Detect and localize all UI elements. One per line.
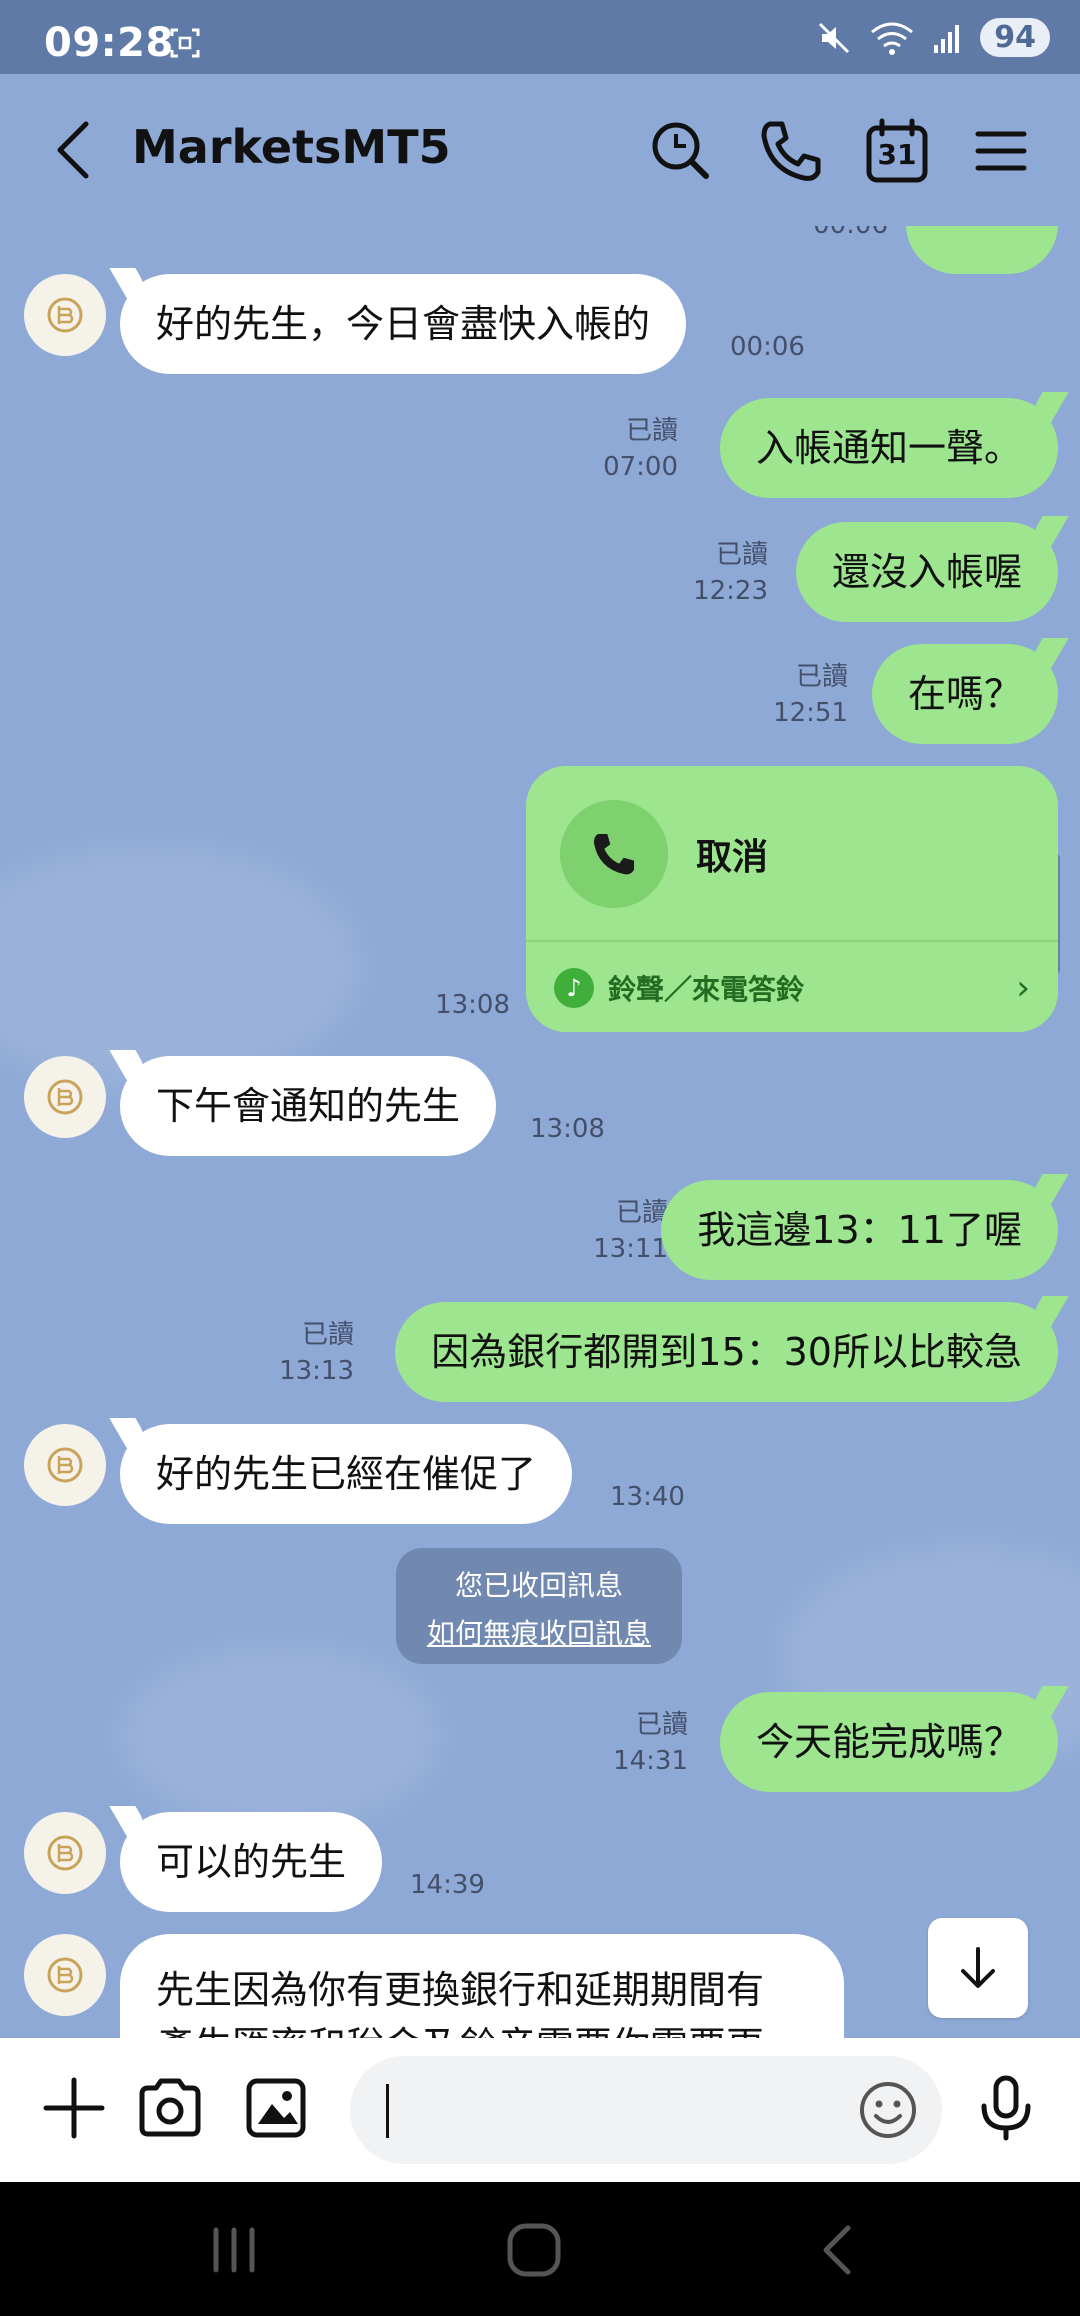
back-icon[interactable] [50, 118, 100, 182]
recent-apps-icon[interactable] [204, 2220, 264, 2280]
ringtone-link[interactable]: ♪ 鈴聲／來電答鈴 › [554, 958, 1030, 1018]
logo-icon [47, 1079, 83, 1115]
menu-icon[interactable] [966, 116, 1036, 186]
screenshot-icon [170, 28, 200, 58]
message-time: 14:31 [613, 1746, 688, 1776]
message-bubble-outgoing[interactable]: 今天能完成嗎？ [719, 1692, 1058, 1792]
back-nav-icon[interactable] [808, 2220, 868, 2280]
calendar-icon[interactable]: 31 [862, 116, 932, 186]
message-bubble-outgoing[interactable]: 在嗎？ [871, 644, 1058, 744]
status-time: 09:28 [44, 20, 174, 66]
wifi-icon [871, 22, 914, 55]
unsend-help-link[interactable]: 如何無痕收回訊息 [396, 1612, 682, 1652]
message-time: 13:11 [593, 1234, 668, 1264]
read-receipt: 已讀 [301, 1320, 354, 1350]
message-bubble-incoming[interactable]: 可以的先生 [120, 1812, 383, 1912]
message-time: 13:08 [530, 1114, 605, 1144]
battery-level: 94 [980, 18, 1050, 57]
mic-icon[interactable] [972, 2074, 1040, 2142]
message-time: 07:00 [603, 452, 678, 482]
avatar[interactable] [24, 1424, 106, 1506]
phone-icon[interactable] [756, 116, 826, 186]
arrow-down-icon [961, 1947, 995, 1988]
message-bubble-outgoing[interactable]: 因為銀行都開到15：30所以比較急 [395, 1302, 1058, 1402]
message-time: 14:39 [410, 1870, 485, 1900]
camera-icon[interactable] [136, 2074, 204, 2142]
logo-icon [47, 297, 83, 333]
message-time: 12:23 [693, 576, 768, 606]
message-bubble-outgoing[interactable]: 入帳通知一聲。 [719, 398, 1058, 498]
message-bubble-incoming[interactable]: 好的先生，今日會盡快入帳的 [120, 274, 687, 374]
message-time: 12:51 [773, 698, 848, 728]
phone-icon [593, 833, 635, 875]
read-receipt: 已讀 [635, 1710, 688, 1740]
ringtone-label: 鈴聲／來電答鈴 [608, 973, 805, 1006]
logo-icon [47, 1957, 83, 1993]
avatar[interactable] [24, 1812, 106, 1894]
image-icon[interactable] [242, 2074, 310, 2142]
plus-icon[interactable] [40, 2074, 108, 2142]
calendar-day: 31 [877, 138, 917, 171]
message-line: 先生因為你有更換銀行和延期期間有 [156, 1968, 765, 2012]
message-time: 13:08 [435, 990, 510, 1020]
message-input[interactable] [350, 2056, 942, 2164]
chevron-right-icon: › [1016, 968, 1030, 1008]
message-bubble-outgoing[interactable]: 還沒入帳喔 [795, 522, 1058, 622]
scroll-to-bottom-button[interactable] [928, 1918, 1028, 2018]
logo-icon [47, 1447, 83, 1483]
unsend-notice: 您已收回訊息 如何無痕收回訊息 [396, 1548, 682, 1664]
home-icon[interactable] [504, 2220, 564, 2280]
text-caret [386, 2084, 389, 2138]
emoji-icon[interactable] [856, 2078, 920, 2142]
message-bubble-incoming[interactable]: 好的先生已經在催促了 [120, 1424, 573, 1524]
message-bubble-incoming[interactable]: 下午會通知的先生 [120, 1056, 497, 1156]
logo-icon [47, 1835, 83, 1871]
mute-icon [819, 22, 850, 53]
avatar[interactable] [24, 274, 106, 356]
call-card[interactable]: 取消 ♪ 鈴聲／來電答鈴 › [526, 766, 1058, 1032]
previous-outgoing-bubble [906, 226, 1058, 274]
message-bubble-outgoing[interactable]: 我這邊13：11了喔 [661, 1180, 1058, 1280]
chat-title: MarketsMT5 [132, 120, 451, 174]
message-time: 13:13 [279, 1356, 354, 1386]
message-time: 00:06 [730, 332, 805, 362]
system-nav-bar [0, 2182, 1080, 2316]
music-note-icon: ♪ [554, 968, 594, 1008]
read-receipt: 已讀 [615, 1198, 668, 1228]
previous-time: 00:06 [813, 226, 888, 242]
avatar[interactable] [24, 1934, 106, 2016]
divider [526, 940, 1058, 942]
read-receipt: 已讀 [795, 662, 848, 692]
signal-icon [934, 24, 960, 53]
search-icon[interactable] [646, 116, 716, 186]
unsend-notice-text: 您已收回訊息 [454, 1569, 623, 1602]
read-receipt: 已讀 [625, 416, 678, 446]
chat-header: MarketsMT5 31 [0, 74, 1080, 226]
message-bubble-incoming[interactable]: 先生因為你有更換銀行和延期期間有 產生匯率和稅金及鈴音需要你需要更 [120, 1934, 844, 2038]
input-bar [0, 2038, 1080, 2182]
status-bar: 09:28 94 [0, 0, 1080, 74]
message-line: 產生匯率和稅金及鈴音需要你需要更 [156, 2018, 808, 2038]
call-status-label: 取消 [696, 837, 769, 878]
chat-area[interactable]: 00:06 好的先生，今日會盡快入帳的 00:06 已讀 07:00 入帳通知一… [0, 226, 1080, 2038]
read-receipt: 已讀 [715, 540, 768, 570]
call-icon-circle [560, 800, 668, 908]
message-time: 13:40 [610, 1482, 685, 1512]
avatar[interactable] [24, 1056, 106, 1138]
